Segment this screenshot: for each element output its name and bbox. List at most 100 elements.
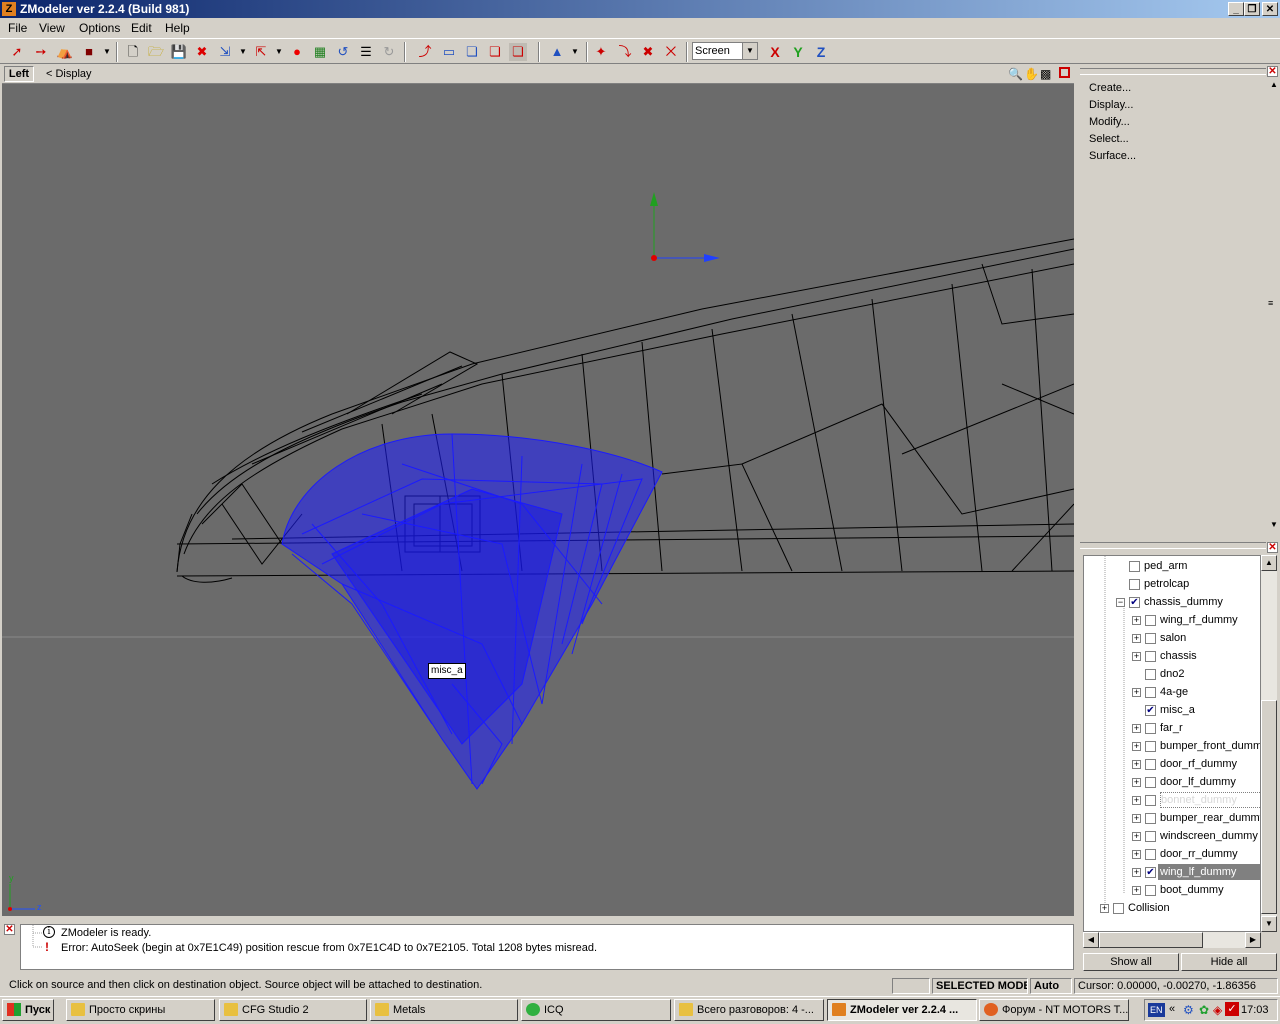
visibility-checkbox[interactable]: ✔ [1145,705,1156,716]
tree-item[interactable]: + bumper_rear_dummy [1084,810,1260,826]
tree-item[interactable]: + door_lf_dummy [1084,774,1260,790]
menu-surface[interactable]: Surface... [1089,149,1136,163]
menu-create[interactable]: Create... [1089,81,1131,95]
taskbar-button[interactable]: ICQ [521,999,671,1021]
close-log-icon[interactable]: ✕ [4,924,15,935]
menu-modify[interactable]: Modify... [1089,115,1130,129]
scroll-up-icon[interactable]: ▲ [1261,555,1277,571]
tree-item[interactable]: + boot_dummy [1084,882,1260,898]
hide-all-button[interactable]: Hide all [1181,953,1277,971]
axis-y-button[interactable]: Y [789,43,807,61]
expand-icon[interactable]: + [1132,868,1141,877]
cross-axis-icon[interactable]: ✖ [639,43,657,61]
tree-item[interactable]: + bonnet_dummy [1084,792,1260,808]
app-icon[interactable]: Z [2,2,16,16]
scroll-thumb[interactable] [1099,932,1203,948]
tree-item[interactable]: petrolcap [1084,576,1260,592]
tree-item[interactable]: ✔ misc_a [1084,702,1260,718]
expand-icon[interactable]: + [1132,886,1141,895]
visibility-checkbox[interactable] [1145,741,1156,752]
visibility-checkbox[interactable] [1145,831,1156,842]
expand-icon[interactable]: + [1132,760,1141,769]
visibility-checkbox[interactable]: ✔ [1129,597,1140,608]
tree-item[interactable]: − ✔ chassis_dummy [1084,594,1260,610]
tree-panel-grip[interactable] [1080,542,1266,549]
dropdown-arrow-icon[interactable]: ▼ [566,43,584,61]
visibility-checkbox[interactable] [1145,651,1156,662]
tree-horizontal-scrollbar[interactable]: ◀ ▶ [1083,932,1261,948]
visibility-checkbox[interactable] [1113,903,1124,914]
expand-icon[interactable]: + [1132,850,1141,859]
tree-item[interactable]: + windscreen_dummy [1084,828,1260,844]
antivirus-icon[interactable]: ◈ [1213,1003,1222,1017]
axis-tool-icon[interactable]: ⤵ [616,43,634,61]
tree-item[interactable]: + Collision [1084,900,1260,916]
viewport-nav-label[interactable]: < Display [46,67,92,81]
visibility-checkbox[interactable] [1145,633,1156,644]
tree-item[interactable]: + wing_rf_dummy [1084,612,1260,628]
menu-options[interactable]: Options [79,21,120,35]
expand-icon[interactable]: + [1132,688,1141,697]
dropdown-arrow-icon[interactable]: ▼ [270,43,288,61]
maximize-viewport-icon[interactable] [1059,67,1070,78]
language-indicator[interactable]: EN [1148,1003,1165,1017]
minimize-button[interactable]: _ [1228,2,1244,16]
visibility-checkbox[interactable] [1129,561,1140,572]
tree-item[interactable]: + door_rf_dummy [1084,756,1260,772]
new-file-icon[interactable]: 🗋 [124,43,142,61]
taskbar-button[interactable]: Форум - NT MOTORS T... [979,999,1129,1021]
visibility-checkbox[interactable] [1145,723,1156,734]
delete-icon[interactable]: ✖ [193,43,211,61]
tree-item[interactable]: dno2 [1084,666,1260,682]
materials-icon[interactable]: ▦ [311,43,329,61]
pan-hand-icon[interactable]: ✋ [1024,67,1039,81]
chevron-left-icon[interactable]: « [1169,1003,1175,1015]
visibility-checkbox[interactable] [1145,885,1156,896]
coord-system-select[interactable]: Screen ▼ [692,42,758,60]
visibility-checkbox[interactable] [1145,777,1156,788]
scroll-up-icon[interactable]: ▲ [1270,80,1278,89]
dropdown-arrow-icon[interactable]: ▼ [234,43,252,61]
icq-tray-icon[interactable]: ✿ [1199,1003,1209,1017]
visibility-checkbox[interactable] [1145,813,1156,824]
start-button[interactable]: Пуск [2,999,54,1021]
magnet-icon[interactable]: ✦ [592,43,610,61]
expand-icon[interactable]: + [1100,904,1109,913]
show-all-button[interactable]: Show all [1083,953,1179,971]
save-icon[interactable]: 💾 [170,43,188,61]
taskbar-button[interactable]: ZModeler ver 2.2.4 ... [827,999,977,1021]
visibility-checkbox[interactable]: ✔ [1145,867,1156,878]
import-icon[interactable]: ⇲ [216,43,234,61]
tree-item[interactable]: + ✔ wing_lf_dummy [1084,864,1260,880]
record-icon[interactable]: ● [288,43,306,61]
visibility-checkbox[interactable] [1145,759,1156,770]
viewport-left[interactable]: y z misc_a [2,84,1074,916]
select-tool-icon[interactable]: ➚ [8,43,26,61]
viewport-name[interactable]: Left [4,66,34,82]
taskbar-button[interactable]: Metals [370,999,518,1021]
export-icon[interactable]: ⇱ [252,43,270,61]
close-button[interactable]: ✕ [1262,2,1278,16]
expand-icon[interactable]: + [1132,742,1141,751]
camera-icon[interactable]: ▩ [1040,67,1051,81]
scroll-left-icon[interactable]: ◀ [1083,932,1099,948]
tree-item[interactable]: ped_arm [1084,558,1260,574]
close-tree-icon[interactable]: ✕ [1267,542,1278,553]
visibility-checkbox[interactable] [1145,615,1156,626]
dropdown-arrow-icon[interactable]: ▼ [98,43,116,61]
menu-edit[interactable]: Edit [131,21,152,35]
expand-icon[interactable]: + [1132,814,1141,823]
expand-icon[interactable]: + [1132,796,1141,805]
restore-button[interactable]: ❐ [1244,2,1260,16]
taskbar-button[interactable]: Просто скрины [66,999,215,1021]
collapse-icon[interactable]: − [1116,598,1125,607]
menu-display[interactable]: Display... [1089,98,1133,112]
axis-x-button[interactable]: X [766,43,784,61]
vertex-mode-icon[interactable]: ⤴ [416,43,434,61]
network-icon[interactable]: ⚙ [1183,1003,1194,1017]
tree-item[interactable]: +4a-ge [1084,684,1260,700]
pyramid-icon[interactable]: ▲ [548,43,566,61]
visibility-checkbox[interactable] [1145,849,1156,860]
zoom-icon[interactable]: 🔍 [1008,67,1023,81]
tree-item[interactable]: + chassis [1084,648,1260,664]
